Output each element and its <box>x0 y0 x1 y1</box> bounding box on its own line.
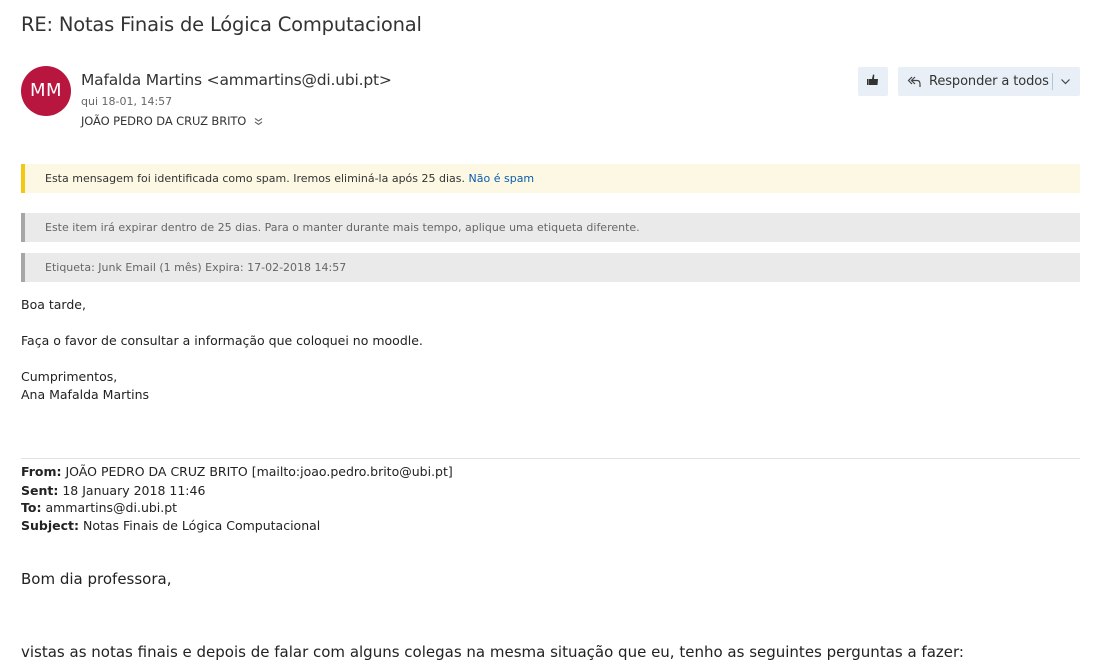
spam-banner-text: Esta mensagem foi identificada como spam… <box>45 172 466 185</box>
expand-recipients-icon[interactable] <box>254 115 263 129</box>
sender-name[interactable]: Mafalda Martins <ammartins@di.ubi.pt> <box>81 71 392 89</box>
quoted-to-label: To: <box>21 500 42 515</box>
like-button[interactable] <box>858 67 888 96</box>
chevron-down-icon[interactable] <box>1060 76 1071 91</box>
spam-banner: Esta mensagem foi identificada como spam… <box>21 164 1080 193</box>
expiry-banner: Este item irá expirar dentro de 25 dias.… <box>21 213 1080 242</box>
recipient-name[interactable]: JOÃO PEDRO DA CRUZ BRITO <box>81 114 246 128</box>
quoted-from-label: From: <box>21 464 62 479</box>
thumbs-up-icon <box>866 72 880 91</box>
reply-all-button[interactable]: Responder a todos <box>898 67 1080 96</box>
email-subject: RE: Notas Finais de Lógica Computacional <box>21 13 422 36</box>
sender-avatar[interactable]: MM <box>21 66 71 116</box>
quoted-body-line: vistas as notas finais e depois de falar… <box>21 643 964 661</box>
reply-all-label: Responder a todos <box>929 74 1049 89</box>
quoted-from: From: JOÃO PEDRO DA CRUZ BRITO [mailto:j… <box>21 464 453 479</box>
body-line: Faça o favor de consultar a informação q… <box>21 333 423 348</box>
quoted-to: To: ammartins@di.ubi.pt <box>21 500 177 515</box>
quoted-sent-value: 18 January 2018 11:46 <box>62 483 206 498</box>
quoted-subject-label: Subject: <box>21 518 79 533</box>
quote-divider <box>21 458 1080 459</box>
button-divider <box>1052 73 1053 90</box>
recipient-line[interactable]: JOÃO PEDRO DA CRUZ BRITO <box>81 114 263 129</box>
quoted-subject-value: Notas Finais de Lógica Computacional <box>82 518 321 533</box>
quoted-subject: Subject: Notas Finais de Lógica Computac… <box>21 518 320 533</box>
email-date: qui 18-01, 14:57 <box>81 95 173 108</box>
not-spam-link[interactable]: Não é spam <box>469 172 535 185</box>
body-signature: Ana Mafalda Martins <box>21 387 150 402</box>
quoted-to-value: ammartins@di.ubi.pt <box>45 500 178 515</box>
reply-all-icon <box>907 75 922 89</box>
body-closing: Cumprimentos, <box>21 369 118 384</box>
quoted-greeting: Bom dia professora, <box>21 570 172 588</box>
retention-label-banner: Etiqueta: Junk Email (1 mês) Expira: 17-… <box>21 253 1080 282</box>
body-greeting: Boa tarde, <box>21 297 86 312</box>
quoted-sent-label: Sent: <box>21 483 59 498</box>
quoted-sent: Sent: 18 January 2018 11:46 <box>21 483 205 498</box>
quoted-from-value: JOÃO PEDRO DA CRUZ BRITO [mailto:joao.pe… <box>65 464 453 479</box>
